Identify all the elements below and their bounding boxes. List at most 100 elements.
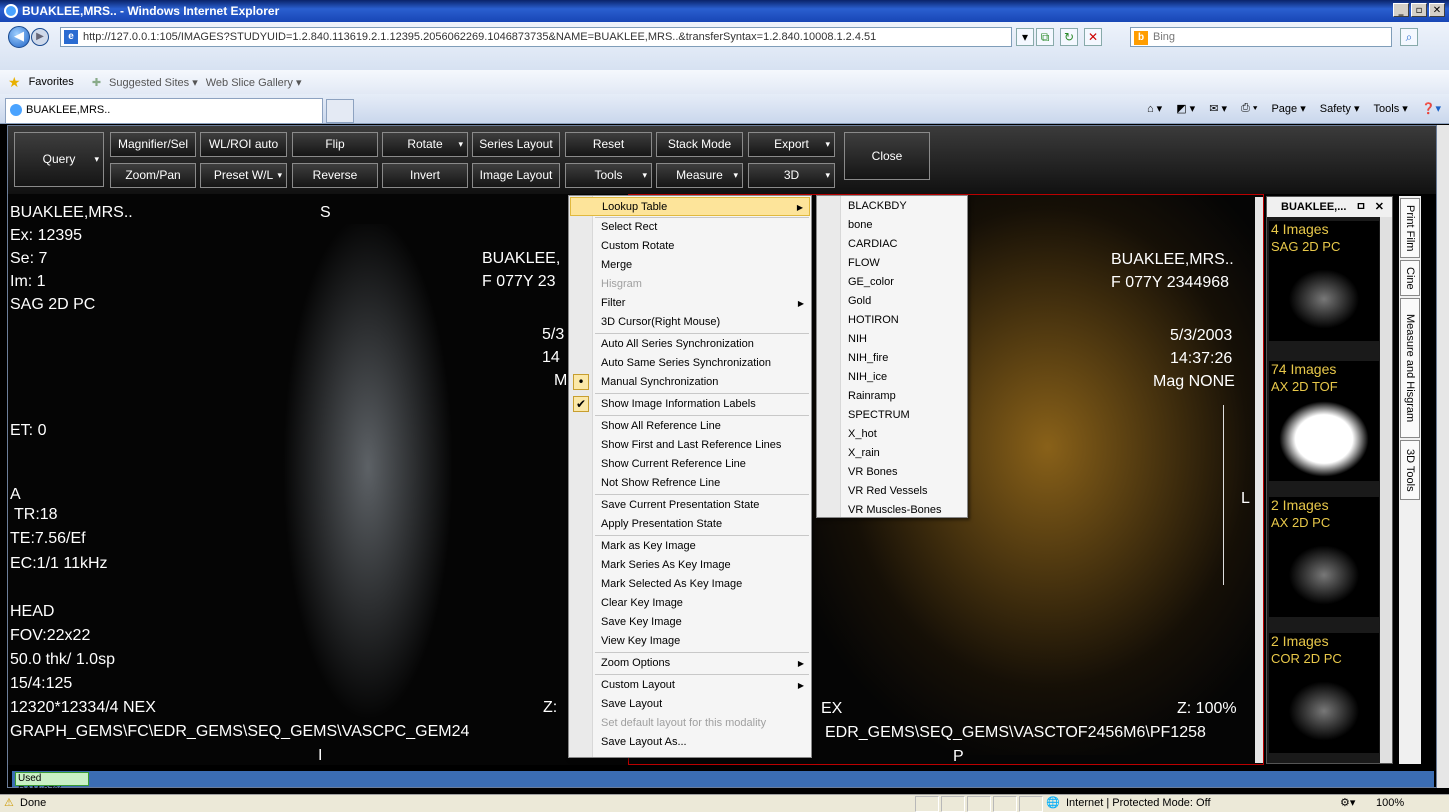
menu-item-apply-presentation[interactable]: Apply Presentation State <box>570 515 810 534</box>
refresh-icon[interactable]: ↻ <box>1060 28 1078 46</box>
dropdown-icon[interactable]: ▾ <box>1016 28 1034 46</box>
menu-item-lookup-table[interactable]: Lookup Table ▶ <box>570 197 810 216</box>
series-thumbnail[interactable]: 74 Images AX 2D TOF <box>1269 361 1379 481</box>
export-button[interactable]: Export ▾ <box>748 132 835 157</box>
lut-item[interactable]: X_rain <box>818 444 966 463</box>
series-panel-scrollbar[interactable] <box>1380 217 1392 763</box>
menu-item-hisgram[interactable]: Hisgram <box>570 275 810 294</box>
tools-button[interactable]: Tools ▾ <box>565 163 652 188</box>
url-field[interactable]: e http://127.0.0.1:105/IMAGES?STUDYUID=1… <box>60 27 1012 47</box>
menu-item-view-key[interactable]: View Key Image <box>570 632 810 651</box>
menu-item-custom-rotate[interactable]: Custom Rotate <box>570 237 810 256</box>
pin-icon[interactable]: ㅁ <box>1356 197 1366 217</box>
zoom-pan-button[interactable]: Zoom/Pan <box>110 163 196 188</box>
tab-print-film[interactable]: Print Film <box>1400 198 1420 258</box>
menu-item-zoom-options[interactable]: Zoom Options ▶ <box>570 654 810 673</box>
lut-item[interactable]: BLACKBDY <box>818 197 966 216</box>
menu-item-clear-key[interactable]: Clear Key Image <box>570 594 810 613</box>
menu-item-not-show-ref[interactable]: Not Show Refrence Line <box>570 474 810 493</box>
reset-button[interactable]: Reset <box>565 132 652 157</box>
web-slice-link[interactable]: Web Slice Gallery ▾ <box>206 76 302 89</box>
close-window-button[interactable]: ✕ <box>1429 3 1445 17</box>
series-thumbnail[interactable]: 2 Images AX 2D PC <box>1269 497 1379 617</box>
3d-button[interactable]: 3D ▾ <box>748 163 835 188</box>
menu-item-auto-all-sync[interactable]: Auto All Series Synchronization <box>570 335 810 354</box>
favorites-star-icon[interactable]: ★ <box>8 74 21 91</box>
favorites-button[interactable]: Favorites <box>29 76 74 88</box>
browser-tab[interactable]: BUAKLEE,MRS.. <box>5 98 323 123</box>
measure-button[interactable]: Measure ▾ <box>656 163 743 188</box>
maximize-button[interactable]: ▫ <box>1411 3 1427 17</box>
tab-measure-hisgram[interactable]: Measure and Hisgram <box>1400 298 1420 438</box>
feeds-icon[interactable]: ◩ ▾ <box>1176 102 1195 115</box>
lut-item[interactable]: SPECTRUM <box>818 406 966 425</box>
lut-item[interactable]: NIH_ice <box>818 368 966 387</box>
flip-button[interactable]: Flip <box>292 132 378 157</box>
forward-icon[interactable]: ▶ <box>31 28 49 46</box>
image-layout-button[interactable]: Image Layout <box>472 163 560 188</box>
viewport-left[interactable]: BUAKLEE,MRS.. Ex: 12395 Se: 7 Im: 1 SAG … <box>8 194 628 765</box>
menu-item-merge[interactable]: Merge <box>570 256 810 275</box>
magnifier-button[interactable]: Magnifier/Sel <box>110 132 196 157</box>
home-icon[interactable]: ⌂ ▾ <box>1147 102 1162 115</box>
lut-item[interactable]: GE_color <box>818 273 966 292</box>
wl-roi-auto-button[interactable]: WL/ROI auto <box>200 132 287 157</box>
page-scrollbar[interactable] <box>1437 125 1449 788</box>
viewport-scrollbar[interactable] <box>1255 197 1263 763</box>
menu-item-save-presentation[interactable]: Save Current Presentation State <box>570 496 810 515</box>
lut-item[interactable]: HOTIRON <box>818 311 966 330</box>
menu-item-show-current-ref[interactable]: Show Current Reference Line <box>570 455 810 474</box>
compat-view-icon[interactable]: ⧉ <box>1036 28 1054 46</box>
tab-3d-tools[interactable]: 3D Tools <box>1400 440 1420 500</box>
menu-item-mark-series-key[interactable]: Mark Series As Key Image <box>570 556 810 575</box>
search-input[interactable]: b Bing <box>1130 27 1392 47</box>
menu-item-save-layout[interactable]: Save Layout <box>570 695 810 714</box>
close-button[interactable]: Close <box>844 132 930 180</box>
minimize-button[interactable]: _ <box>1393 3 1409 17</box>
lut-item[interactable]: VR Red Vessels <box>818 482 966 501</box>
lut-item[interactable]: NIH <box>818 330 966 349</box>
lut-item[interactable]: FLOW <box>818 254 966 273</box>
lut-item[interactable]: CARDIAC <box>818 235 966 254</box>
help-icon[interactable]: ❓▾ <box>1422 102 1441 115</box>
add-favorite-icon[interactable]: ✚ <box>92 76 101 89</box>
lut-item[interactable]: VR Bones <box>818 463 966 482</box>
preset-wl-button[interactable]: Preset W/L ▾ <box>200 163 287 188</box>
zoom-level[interactable]: 100% <box>1376 795 1404 812</box>
mail-icon[interactable]: ✉ ▾ <box>1209 102 1227 115</box>
lut-item[interactable]: Gold <box>818 292 966 311</box>
series-thumbnail[interactable]: 2 Images COR 2D PC <box>1269 633 1379 753</box>
tools-menu[interactable]: Tools ▾ <box>1374 102 1408 115</box>
series-thumbnail[interactable]: 4 Images SAG 2D PC <box>1269 221 1379 341</box>
menu-item-show-info-labels[interactable]: ✔ Show Image Information Labels <box>570 395 810 414</box>
menu-item-mark-selected-key[interactable]: Mark Selected As Key Image <box>570 575 810 594</box>
lut-item[interactable]: X_hot <box>818 425 966 444</box>
series-layout-button[interactable]: Series Layout <box>472 132 560 157</box>
new-tab-button[interactable] <box>326 99 354 123</box>
rotate-button[interactable]: Rotate ▾ <box>382 132 468 157</box>
page-menu[interactable]: Page ▾ <box>1271 102 1305 115</box>
menu-item-filter[interactable]: Filter ▶ <box>570 294 810 313</box>
menu-item-manual-sync[interactable]: • Manual Synchronization <box>570 373 810 392</box>
tab-cine[interactable]: Cine <box>1400 260 1420 296</box>
menu-item-auto-same-sync[interactable]: Auto Same Series Synchronization <box>570 354 810 373</box>
menu-item-set-default-layout[interactable]: Set default layout for this modality <box>570 714 810 733</box>
lut-item[interactable]: Rainramp <box>818 387 966 406</box>
lut-item[interactable]: VR Muscles-Bones <box>818 501 966 520</box>
menu-item-select-rect[interactable]: Select Rect <box>570 218 810 237</box>
menu-item-show-all-ref[interactable]: Show All Reference Line <box>570 417 810 436</box>
back-icon[interactable]: ◀ <box>8 26 30 48</box>
add-ons-icon[interactable]: ⚙▾ <box>1340 795 1355 812</box>
lut-item[interactable]: bone <box>818 216 966 235</box>
menu-item-custom-layout[interactable]: Custom Layout ▶ <box>570 676 810 695</box>
lut-item[interactable]: NIH_fire <box>818 349 966 368</box>
stack-mode-button[interactable]: Stack Mode <box>656 132 743 157</box>
safety-menu[interactable]: Safety ▾ <box>1320 102 1360 115</box>
menu-item-3d-cursor[interactable]: 3D Cursor(Right Mouse) <box>570 313 810 332</box>
query-button[interactable]: Query ▾ <box>14 132 104 187</box>
invert-button[interactable]: Invert <box>382 163 468 188</box>
menu-item-mark-key[interactable]: Mark as Key Image <box>570 537 810 556</box>
print-icon[interactable]: ⎙ ▾ <box>1241 102 1257 115</box>
suggested-sites-link[interactable]: Suggested Sites ▾ <box>109 76 198 89</box>
close-icon[interactable]: ✕ <box>1375 197 1384 217</box>
